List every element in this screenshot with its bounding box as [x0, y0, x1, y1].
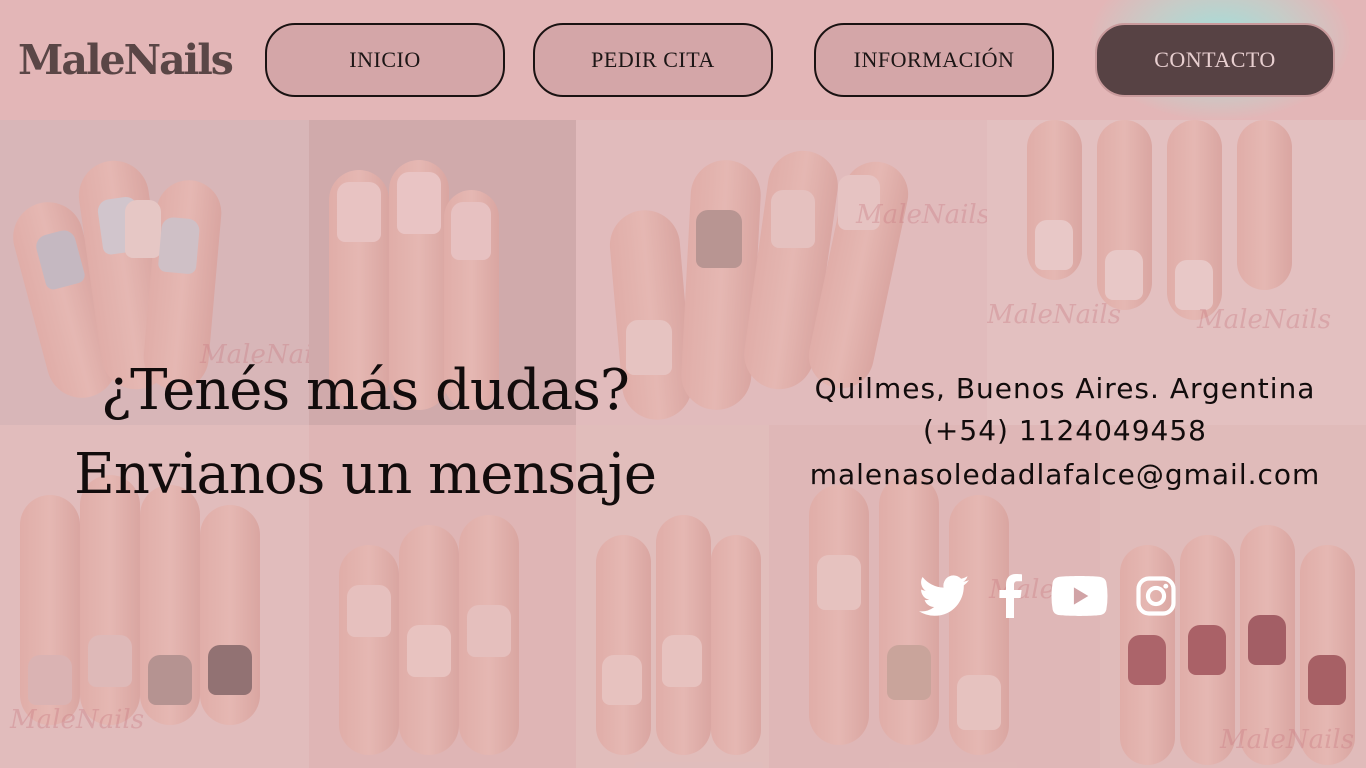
nav-inicio-button[interactable]: INICIO — [265, 23, 505, 97]
contact-phone[interactable]: (+54) 1124049458 — [790, 414, 1340, 447]
headline-message: Envianos un mensaje — [73, 442, 657, 507]
youtube-icon[interactable] — [1050, 570, 1108, 622]
facebook-icon[interactable] — [990, 570, 1030, 622]
contact-email[interactable]: malenasoledadlafalce@gmail.com — [790, 458, 1340, 491]
twitter-icon[interactable] — [918, 570, 970, 622]
nav-informacion-button[interactable]: INFORMACIÓN — [814, 23, 1054, 97]
nav-pedir-cita-button[interactable]: PEDIR CITA — [533, 23, 773, 97]
headline-question: ¿Tenés más dudas? — [101, 358, 630, 423]
instagram-icon[interactable] — [1134, 570, 1178, 622]
contact-location: Quilmes, Buenos Aires. Argentina — [814, 372, 1316, 405]
site-header: MaleNails INICIO PEDIR CITA INFORMACIÓN … — [0, 0, 1366, 120]
site-logo[interactable]: MaleNails — [18, 36, 234, 84]
nav-contacto-button[interactable]: CONTACTO — [1095, 23, 1335, 97]
